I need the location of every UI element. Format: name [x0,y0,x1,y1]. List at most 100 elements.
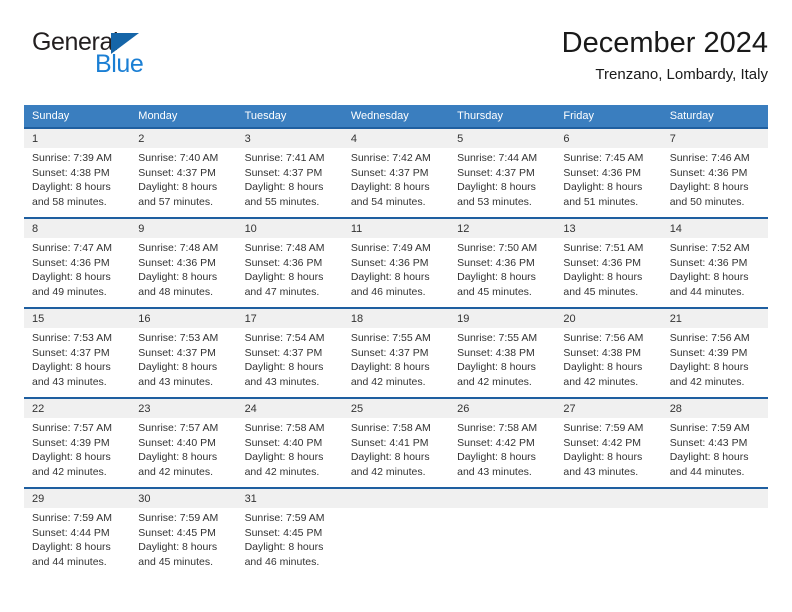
day-number-cell[interactable]: 1 [24,129,131,148]
weekday-header-thursday: Thursday [449,105,556,127]
weekday-header-tuesday: Tuesday [236,105,343,127]
day-number-cell[interactable]: 3 [236,129,343,148]
day-number-cell[interactable]: 28 [661,399,768,418]
day-detail-cell[interactable]: Sunrise: 7:48 AM Sunset: 4:36 PM Daylight:… [130,238,237,307]
day-number-cell[interactable]: 31 [236,489,343,508]
day-detail-cell[interactable]: Sunrise: 7:59 AM Sunset: 4:45 PM Daylight:… [130,508,237,577]
day-number-cell[interactable]: 30 [130,489,237,508]
day-detail-cell[interactable]: Sunrise: 7:52 AM Sunset: 4:36 PM Daylight:… [661,238,768,307]
day-number-cell[interactable]: 8 [24,219,131,238]
day-number-cell[interactable]: 20 [555,309,662,328]
general-blue-logo[interactable]: General Blue [32,28,232,88]
day-daylight-text: and 43 minutes. [138,375,213,388]
day-detail-cell[interactable]: Sunrise: 7:40 AM Sunset: 4:37 PM Daylight:… [130,148,237,217]
week-detail-row: Sunrise: 7:47 AM Sunset: 4:36 PM Daylight:… [24,238,768,307]
day-number-cell[interactable]: 26 [449,399,556,418]
day-number-cell[interactable]: 16 [130,309,237,328]
day-sunset-text: Sunset: 4:37 PM [138,346,216,359]
day-sunrise-text: Sunrise: 7:59 AM [138,512,219,524]
day-sunset-text: Sunset: 4:36 PM [563,256,642,269]
day-detail-cell[interactable]: Sunrise: 7:59 AM Sunset: 4:43 PM Daylight:… [661,418,768,487]
day-number-cell[interactable]: 13 [555,219,662,238]
day-number-cell[interactable]: 29 [24,489,131,508]
day-detail-cell[interactable]: Sunrise: 7:59 AM Sunset: 4:42 PM Daylight:… [555,418,662,487]
day-detail-cell[interactable]: Sunrise: 7:59 AM Sunset: 4:45 PM Daylight:… [236,508,343,577]
calendar-page: General Blue December 2024 Trenzano, Lom… [0,0,792,612]
day-number-cell[interactable]: 2 [130,129,237,148]
day-detail-cell[interactable]: Sunrise: 7:54 AM Sunset: 4:37 PM Daylight:… [236,328,343,397]
day-daylight-text: Daylight: 8 hours [563,451,643,463]
day-daylight-text: Daylight: 8 hours [138,361,218,373]
day-number-cell[interactable]: 18 [342,309,450,328]
day-detail-cell[interactable]: Sunrise: 7:42 AM Sunset: 4:37 PM Daylight:… [342,148,450,217]
day-number-cell[interactable]: 4 [342,129,450,148]
day-detail-cell[interactable]: Sunrise: 7:47 AM Sunset: 4:36 PM Daylight:… [24,238,131,307]
day-detail-cell[interactable]: Sunrise: 7:41 AM Sunset: 4:37 PM Daylight:… [236,148,343,217]
day-detail-cell[interactable]: Sunrise: 7:58 AM Sunset: 4:41 PM Daylight:… [342,418,450,487]
day-detail-cell [661,508,768,577]
day-detail-cell[interactable]: Sunrise: 7:57 AM Sunset: 4:40 PM Daylight:… [130,418,237,487]
day-number-cell[interactable]: 15 [24,309,131,328]
day-sunset-text: Sunset: 4:37 PM [350,346,429,359]
day-detail-cell[interactable]: Sunrise: 7:53 AM Sunset: 4:37 PM Daylight:… [130,328,237,397]
day-detail-cell[interactable]: Sunrise: 7:55 AM Sunset: 4:38 PM Daylight:… [449,328,556,397]
day-number-cell[interactable]: 27 [555,399,662,418]
day-detail-cell[interactable]: Sunrise: 7:51 AM Sunset: 4:36 PM Daylight:… [555,238,662,307]
week-detail-row: Sunrise: 7:59 AM Sunset: 4:44 PM Daylight:… [24,508,768,577]
day-detail-cell[interactable]: Sunrise: 7:59 AM Sunset: 4:44 PM Daylight:… [24,508,131,577]
day-detail-cell[interactable]: Sunrise: 7:49 AM Sunset: 4:36 PM Daylight:… [342,238,450,307]
day-number-cell[interactable]: 10 [236,219,343,238]
day-daylight-text: Daylight: 8 hours [244,181,324,193]
day-daylight-text: and 44 minutes. [669,465,745,478]
day-detail-cell [555,508,662,577]
day-sunrise-text: Sunrise: 7:59 AM [32,512,112,524]
day-detail-cell[interactable]: Sunrise: 7:50 AM Sunset: 4:36 PM Daylight:… [449,238,556,307]
day-number-cell[interactable]: 22 [24,399,131,418]
day-number-cell[interactable]: 24 [236,399,343,418]
day-detail-cell[interactable]: Sunrise: 7:53 AM Sunset: 4:37 PM Daylight:… [24,328,131,397]
day-sunset-text: Sunset: 4:36 PM [563,166,642,179]
day-number-cell[interactable]: 5 [449,129,556,148]
day-number-cell[interactable]: 14 [661,219,768,238]
day-detail-cell[interactable]: Sunrise: 7:55 AM Sunset: 4:37 PM Daylight:… [342,328,450,397]
day-daylight-text: and 53 minutes. [457,195,532,208]
day-number-cell[interactable]: 19 [449,309,556,328]
day-daylight-text: Daylight: 8 hours [563,271,643,283]
day-detail-cell[interactable]: Sunrise: 7:48 AM Sunset: 4:36 PM Daylight:… [236,238,343,307]
day-sunset-text: Sunset: 4:37 PM [457,166,535,179]
day-detail-cell[interactable]: Sunrise: 7:44 AM Sunset: 4:37 PM Daylight:… [449,148,556,217]
day-sunset-text: Sunset: 4:36 PM [669,256,748,269]
day-sunrise-text: Sunrise: 7:58 AM [350,422,431,434]
day-detail-cell[interactable]: Sunrise: 7:56 AM Sunset: 4:38 PM Daylight:… [555,328,662,397]
day-daylight-text: Daylight: 8 hours [350,361,430,373]
day-number-cell[interactable]: 11 [342,219,450,238]
day-number-cell[interactable]: 17 [236,309,343,328]
week-daynumber-row: 8 9 10 11 12 13 14 [24,219,768,238]
day-number-cell[interactable]: 7 [661,129,768,148]
day-number-cell[interactable]: 9 [130,219,237,238]
day-sunset-text: Sunset: 4:43 PM [669,436,748,449]
day-number-cell[interactable]: 25 [342,399,450,418]
day-number-cell [555,489,662,508]
day-number-cell[interactable]: 12 [449,219,556,238]
day-detail-cell[interactable]: Sunrise: 7:39 AM Sunset: 4:38 PM Daylight:… [24,148,131,217]
day-number-cell[interactable]: 23 [130,399,237,418]
day-daylight-text: Daylight: 8 hours [669,451,749,463]
day-sunset-text: Sunset: 4:41 PM [350,436,429,449]
weekday-header-friday: Friday [555,105,662,127]
day-detail-cell[interactable]: Sunrise: 7:46 AM Sunset: 4:36 PM Daylight:… [661,148,768,217]
weekday-header-sunday: Sunday [24,105,131,127]
day-number-cell[interactable]: 6 [555,129,662,148]
day-sunrise-text: Sunrise: 7:48 AM [244,242,325,254]
day-detail-cell[interactable]: Sunrise: 7:58 AM Sunset: 4:40 PM Daylight:… [236,418,343,487]
day-daylight-text: Daylight: 8 hours [244,451,324,463]
day-number-cell[interactable]: 21 [661,309,768,328]
day-sunset-text: Sunset: 4:37 PM [350,166,429,179]
day-detail-cell[interactable]: Sunrise: 7:45 AM Sunset: 4:36 PM Daylight:… [555,148,662,217]
day-sunset-text: Sunset: 4:37 PM [138,166,216,179]
day-sunrise-text: Sunrise: 7:54 AM [244,332,325,344]
day-detail-cell[interactable]: Sunrise: 7:57 AM Sunset: 4:39 PM Daylight:… [24,418,131,487]
day-detail-cell[interactable]: Sunrise: 7:58 AM Sunset: 4:42 PM Daylight:… [449,418,556,487]
day-daylight-text: Daylight: 8 hours [457,361,536,373]
day-detail-cell[interactable]: Sunrise: 7:56 AM Sunset: 4:39 PM Daylight:… [661,328,768,397]
